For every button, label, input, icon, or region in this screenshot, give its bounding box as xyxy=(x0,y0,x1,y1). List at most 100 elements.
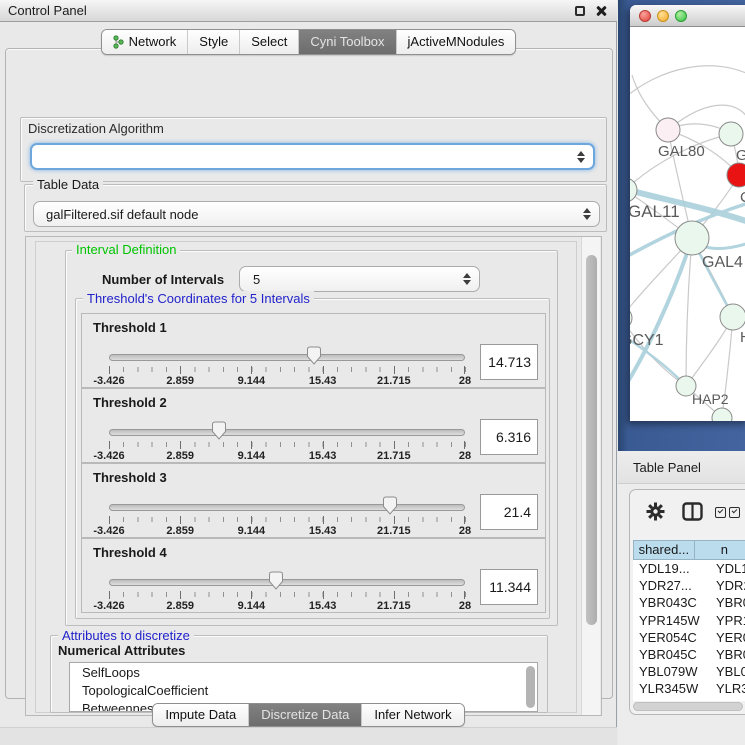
slider-track[interactable] xyxy=(109,354,465,361)
mac-minimize-icon[interactable] xyxy=(657,10,669,22)
table-rows: YDL19...YDL1 YDR27...YDR2 YBR043CYBR0 YP… xyxy=(633,560,745,701)
algorithm-combobox[interactable] xyxy=(30,143,595,170)
slider-ticks xyxy=(109,592,466,597)
node-gal4 xyxy=(675,221,709,255)
slider-thumb[interactable] xyxy=(211,421,227,441)
discretization-algorithm-label: Discretization Algorithm xyxy=(28,121,164,136)
scrollbar-thumb[interactable] xyxy=(586,255,597,625)
network-canvas[interactable]: GAL80 GA C GAL11 GAL4 GCY1 H HAP2 xyxy=(630,27,745,421)
threshold-3-value-field[interactable]: 21.4 xyxy=(480,494,538,530)
network-window-titlebar[interactable] xyxy=(630,5,745,27)
threshold-2-panel: Threshold 2 -3.4262.8599.14415.4321.7152… xyxy=(81,388,546,463)
number-of-intervals-combobox[interactable]: 5 xyxy=(239,266,480,292)
horizontal-scrollbar[interactable] xyxy=(633,702,745,711)
node-label-partial-top: GA xyxy=(736,147,745,164)
table-row[interactable]: YBR043CYBR0 xyxy=(633,594,745,611)
threshold-4-panel: Threshold 4 -3.4262.8599.14415.4321.7152… xyxy=(81,538,546,613)
threshold-2-value-field[interactable]: 6.316 xyxy=(480,419,538,455)
table-row[interactable]: YIL052CYIL0 xyxy=(633,698,745,702)
checked-checkbox-icon[interactable] xyxy=(715,507,726,518)
node-gal11 xyxy=(630,178,637,202)
combo-arrows-icon xyxy=(577,150,586,164)
table-row[interactable]: YBL079WYBL0 xyxy=(633,663,745,680)
table-data-value: galFiltered.sif default node xyxy=(46,207,198,222)
slider-thumb[interactable] xyxy=(382,496,398,516)
node-gcy1 xyxy=(630,307,632,329)
bottom-tab-bar: Impute Data Discretize Data Infer Networ… xyxy=(0,703,617,727)
table-data-label: Table Data xyxy=(33,177,103,192)
network-icon xyxy=(113,35,124,49)
node-bottom-partial xyxy=(712,408,732,421)
combo-arrows-icon xyxy=(583,207,592,221)
slider-thumb[interactable] xyxy=(306,346,322,366)
node-top-right xyxy=(719,122,743,146)
threshold-4-value-field[interactable]: 11.344 xyxy=(480,569,538,605)
tab-network[interactable]: Network xyxy=(102,30,189,54)
threshold-1-slider[interactable]: -3.4262.8599.14415.4321.71528 xyxy=(109,314,465,389)
node-label-gal4: GAL4 xyxy=(702,254,743,271)
thresholds-group-title: Threshold's Coordinates for 5 Intervals xyxy=(83,291,314,306)
table-panel-body: shared... n YDL19...YDL1 YDR27...YDR2 YB… xyxy=(629,489,745,715)
table-row[interactable]: YBR045CYBR0 xyxy=(633,646,745,663)
mac-close-icon[interactable] xyxy=(639,10,651,22)
control-panel: Control Panel Network Style Select Cyni … xyxy=(0,0,617,745)
slider-track[interactable] xyxy=(109,429,465,436)
float-window-icon[interactable] xyxy=(575,6,585,16)
number-of-intervals-value: 5 xyxy=(253,272,260,287)
list-item[interactable]: TopologicalCoefficient xyxy=(70,681,537,699)
node-gal80 xyxy=(656,118,680,142)
tab-style[interactable]: Style xyxy=(188,30,240,54)
table-panel-titlebar: Table Panel xyxy=(618,451,745,484)
table-data-combobox[interactable]: galFiltered.sif default node xyxy=(33,201,600,227)
list-scrollbar-thumb[interactable] xyxy=(526,666,535,708)
interval-definition-group: Interval Definition Number of Intervals … xyxy=(65,250,558,626)
slider-thumb[interactable] xyxy=(268,571,284,591)
list-item[interactable]: SelfLoops xyxy=(70,663,537,681)
table-panel-title: Table Panel xyxy=(633,460,701,475)
tab-infer-network[interactable]: Infer Network xyxy=(362,704,463,726)
network-desktop: GAL80 GA C GAL11 GAL4 GCY1 H HAP2 xyxy=(618,0,745,451)
table-row[interactable]: YDR27...YDR2 xyxy=(633,577,745,594)
column-header-name[interactable]: n xyxy=(695,540,745,560)
node-right-mid xyxy=(720,304,745,330)
table-row[interactable]: YLR345WYLR3 xyxy=(633,680,745,697)
numerical-attributes-label: Numerical Attributes xyxy=(58,643,185,658)
top-tab-bar: Network Style Select Cyni Toolbox jActiv… xyxy=(0,29,617,55)
control-panel-titlebar: Control Panel xyxy=(0,0,617,22)
table-row[interactable]: YPR145WYPR1 xyxy=(633,612,745,629)
gear-icon[interactable] xyxy=(646,502,665,521)
mac-zoom-icon[interactable] xyxy=(675,10,687,22)
tab-cyni-toolbox[interactable]: Cyni Toolbox xyxy=(299,30,396,54)
slider-ticks xyxy=(109,442,466,447)
tab-select[interactable]: Select xyxy=(240,30,299,54)
slider-track[interactable] xyxy=(109,579,465,586)
tab-discretize-data[interactable]: Discretize Data xyxy=(249,704,362,726)
slider-track[interactable] xyxy=(109,504,465,511)
threshold-1-panel: Threshold 1 -3.4262.8599.14415.4321.7152… xyxy=(81,313,546,388)
vertical-scrollbar[interactable] xyxy=(581,237,600,715)
panel-title: Control Panel xyxy=(8,3,87,18)
cyni-toolbox-panel: Discretization Algorithm Table Data galF… xyxy=(5,48,613,699)
thresholds-group: Threshold's Coordinates for 5 Intervals … xyxy=(75,298,550,619)
bottom-strip xyxy=(0,727,617,745)
scrollbar-thumb[interactable] xyxy=(633,702,743,711)
checked-checkbox-icon[interactable] xyxy=(729,507,740,518)
tab-jactivemnodules[interactable]: jActiveMNodules xyxy=(397,30,516,54)
threshold-4-slider[interactable]: -3.4262.8599.14415.4321.71528 xyxy=(109,539,465,614)
table-header-row: shared... n xyxy=(633,540,745,560)
table-row[interactable]: YER054CYER0 xyxy=(633,629,745,646)
right-region: GAL80 GA C GAL11 GAL4 GCY1 H HAP2 Table … xyxy=(618,0,745,745)
interval-definition-title: Interval Definition xyxy=(72,242,180,257)
network-graph: GAL80 GA C GAL11 GAL4 GCY1 H HAP2 xyxy=(630,27,745,421)
split-columns-icon[interactable] xyxy=(682,502,703,521)
threshold-1-value-field[interactable]: 14.713 xyxy=(480,344,538,380)
close-panel-icon[interactable] xyxy=(595,5,607,17)
node-label-gcy1: GCY1 xyxy=(630,332,664,349)
table-row[interactable]: YDL19...YDL1 xyxy=(633,560,745,577)
tab-impute-data[interactable]: Impute Data xyxy=(153,704,249,726)
threshold-3-slider[interactable]: -3.4262.8599.14415.4321.71528 xyxy=(109,464,465,539)
network-view-window[interactable]: GAL80 GA C GAL11 GAL4 GCY1 H HAP2 xyxy=(630,5,745,421)
threshold-2-slider[interactable]: -3.4262.8599.14415.4321.71528 xyxy=(109,389,465,464)
column-header-shared-name[interactable]: shared... xyxy=(633,540,695,560)
node-label-gal11: GAL11 xyxy=(630,202,680,221)
